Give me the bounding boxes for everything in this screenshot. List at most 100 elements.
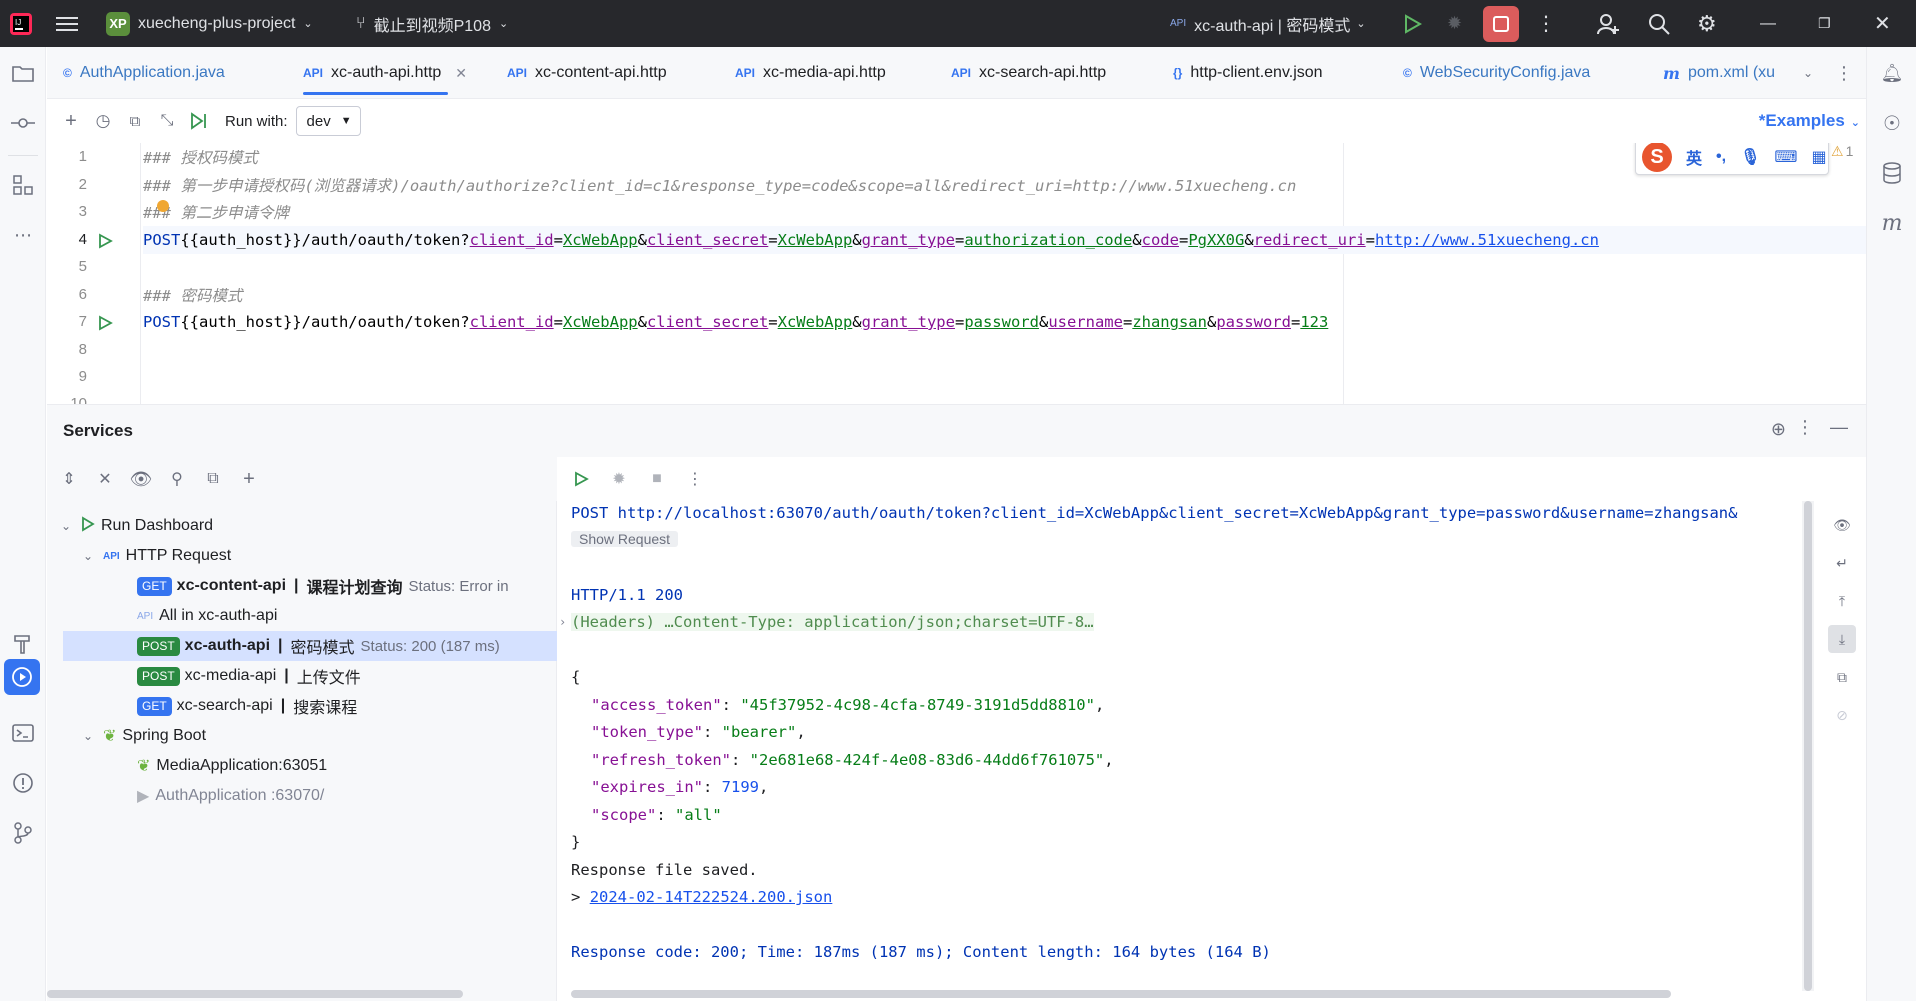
keyboard-icon[interactable]: ⌨ xyxy=(1774,147,1797,167)
run-all-icon[interactable] xyxy=(183,105,215,137)
run-config-selector[interactable]: API xc-auth-api | 密码模式 ⌄ xyxy=(1170,0,1366,47)
add-service-icon[interactable]: + xyxy=(233,463,265,495)
ai-assistant-icon[interactable]: ☉ xyxy=(1869,105,1915,141)
run-request-icon[interactable] xyxy=(97,315,113,331)
tree-run-dashboard[interactable]: ⌄ Run Dashboard xyxy=(61,511,213,541)
scroll-to-end-icon[interactable]: ⤓ xyxy=(1828,625,1856,653)
chevron-down-icon: ⌄ xyxy=(303,18,313,30)
structure-icon[interactable] xyxy=(0,167,46,203)
add-user-icon[interactable] xyxy=(1596,0,1620,47)
tab-http-client-env[interactable]: {} http-client.env.json xyxy=(1173,47,1323,99)
api-icon: API xyxy=(137,610,154,622)
notifications-bell-icon[interactable]: 🔔︎ xyxy=(1869,55,1915,91)
maven-icon[interactable]: m xyxy=(1869,205,1915,241)
code-editor[interactable]: 1 2 3 4 5 6 7 8 9 10 ### 授权码模式 ### 第一步申请… xyxy=(47,143,1866,405)
project-selector[interactable]: XP xuecheng-plus-project ⌄ xyxy=(106,0,313,47)
output-horizontal-scrollbar[interactable] xyxy=(571,990,1671,998)
output-vertical-scrollbar[interactable] xyxy=(1802,501,1814,991)
soft-wrap-icon[interactable]: ↵ xyxy=(1828,549,1856,577)
more-tools-icon[interactable]: ⋯ xyxy=(0,217,46,253)
convert-icon[interactable]: ⧉ xyxy=(119,105,151,137)
tabs-overflow-icon[interactable]: ⌄ xyxy=(1803,47,1813,99)
response-file-link[interactable]: 2024-02-14T222524.200.json xyxy=(590,888,833,906)
clear-icon[interactable]: ⊘ xyxy=(1828,701,1856,729)
tree-item-xc-content-api[interactable]: GET xc-content-api | 课程计划查询 Status: Erro… xyxy=(137,571,509,601)
tree-item-all-xc-auth-api[interactable]: API All in xc-auth-api xyxy=(137,601,277,631)
close-window-button[interactable]: ✕ xyxy=(1874,0,1891,47)
debug-icon[interactable]: ✹ xyxy=(1447,0,1462,47)
examples-dropdown[interactable]: *Examples ⌄ xyxy=(1759,111,1860,131)
restore-button[interactable]: ❐ xyxy=(1818,0,1831,47)
tree-item-xc-media-api[interactable]: POST xc-media-api | 上传文件 xyxy=(137,661,361,691)
close-tab-icon[interactable]: ✕ xyxy=(455,65,467,82)
tab-xc-search-api[interactable]: API xc-search-api.http xyxy=(951,47,1106,99)
branch-selector[interactable]: ⑂ 截止到视频P108 ⌄ xyxy=(356,0,508,47)
app-logo-icon[interactable]: IJ xyxy=(8,0,34,47)
show-icon[interactable]: 👁︎ xyxy=(125,463,157,495)
response-saved-text: Response file saved. xyxy=(571,861,758,879)
collapse-all-icon[interactable]: ✕ xyxy=(89,463,121,495)
tab-auth-application[interactable]: © AuthApplication.java xyxy=(63,47,225,99)
stop-icon[interactable]: ■ xyxy=(641,463,673,495)
copy-icon[interactable]: ⧉ xyxy=(1828,663,1856,691)
settings-gear-icon[interactable]: ⚙ xyxy=(1697,0,1717,47)
tabs-more-icon[interactable]: ⋮ xyxy=(1835,47,1853,99)
tab-xc-content-api[interactable]: API xc-content-api.http xyxy=(507,47,667,99)
hide-panel-icon[interactable]: — xyxy=(1830,417,1848,438)
filter-icon[interactable]: ⚲ xyxy=(161,463,193,495)
api-icon: API xyxy=(103,550,120,562)
tab-pom-xml[interactable]: m pom.xml (xu xyxy=(1663,47,1775,99)
tab-web-security-config[interactable]: © WebSecurityConfig.java xyxy=(1403,47,1590,99)
warnings-indicator[interactable]: ⚠1⌃⌄ xyxy=(1831,143,1866,160)
http-editor-toolbar: + ◷ ⧉ ⤡ Run with: dev ▼ *Examples ⌄ xyxy=(47,99,1866,143)
debug-icon[interactable]: ✹ xyxy=(603,463,635,495)
project-folder-icon[interactable] xyxy=(0,55,46,91)
tree-item-xc-search-api[interactable]: GET xc-search-api | 搜索课程 xyxy=(137,691,357,721)
headers-fold[interactable]: (Headers) …Content-Type: application/jso… xyxy=(571,613,1094,631)
git-icon[interactable] xyxy=(0,815,46,851)
problems-icon[interactable] xyxy=(0,765,46,801)
scroll-to-top-icon[interactable]: ⤒ xyxy=(1828,587,1856,615)
build-hammer-icon[interactable] xyxy=(0,625,46,661)
stop-button[interactable] xyxy=(1483,0,1519,47)
left-tool-bar: ⋯ xyxy=(0,47,46,1001)
services-icon[interactable] xyxy=(4,659,40,695)
more-options-icon[interactable]: ⋮ xyxy=(679,463,711,495)
expand-headers-icon[interactable]: › xyxy=(559,610,566,634)
code-line: ### 授权码模式 xyxy=(143,149,258,167)
more-options-icon[interactable]: ⋮ xyxy=(1796,417,1814,438)
show-request-button[interactable]: Show Request xyxy=(571,531,679,547)
history-icon[interactable]: ◷ xyxy=(87,105,119,137)
terminal-icon[interactable] xyxy=(0,715,46,751)
ime-toolbar[interactable]: S 英 •, 🎙︎ ⌨ ▦ xyxy=(1635,143,1829,175)
tree-media-application[interactable]: ❦ MediaApplication:63051 xyxy=(137,751,327,781)
tree-http-request[interactable]: ⌄ API HTTP Request xyxy=(83,541,231,571)
add-request-icon[interactable]: + xyxy=(55,105,87,137)
more-actions-icon[interactable]: ⋮ xyxy=(1536,0,1556,47)
view-icon[interactable]: 👁︎ xyxy=(1828,511,1856,539)
apps-grid-icon[interactable]: ▦ xyxy=(1811,147,1826,167)
tab-xc-media-api[interactable]: API xc-media-api.http xyxy=(735,47,886,99)
expand-all-icon[interactable]: ⇕ xyxy=(53,463,85,495)
new-tab-icon[interactable]: ⧉ xyxy=(197,463,229,495)
ime-punctuation[interactable]: •, xyxy=(1716,148,1726,166)
run-button[interactable] xyxy=(1404,0,1422,47)
tab-xc-auth-api[interactable]: API xc-auth-api.http ✕ xyxy=(303,47,467,99)
tree-horizontal-scrollbar[interactable] xyxy=(47,990,463,998)
minimize-button[interactable]: — xyxy=(1760,0,1776,47)
tree-item-xc-auth-api[interactable]: POST xc-auth-api | 密码模式 Status: 200 (187… xyxy=(63,631,557,661)
environment-dropdown[interactable]: dev ▼ xyxy=(295,106,361,136)
ime-language[interactable]: 英 xyxy=(1686,145,1702,169)
tree-auth-application[interactable]: ▶ AuthApplication :63070/ xyxy=(137,781,324,811)
target-icon[interactable]: ⊕ xyxy=(1771,419,1786,440)
microphone-icon[interactable]: 🎙︎ xyxy=(1740,147,1760,167)
import-icon[interactable]: ⤡ xyxy=(151,105,183,137)
main-menu-icon[interactable] xyxy=(56,0,78,47)
run-request-icon[interactable] xyxy=(97,233,113,249)
rerun-icon[interactable] xyxy=(565,463,597,495)
intention-bulb-icon[interactable] xyxy=(157,200,169,212)
search-icon[interactable] xyxy=(1648,0,1670,47)
tree-spring-boot[interactable]: ⌄ ❦ Spring Boot xyxy=(83,721,206,751)
database-icon[interactable] xyxy=(1869,155,1915,191)
commit-icon[interactable] xyxy=(0,105,46,141)
